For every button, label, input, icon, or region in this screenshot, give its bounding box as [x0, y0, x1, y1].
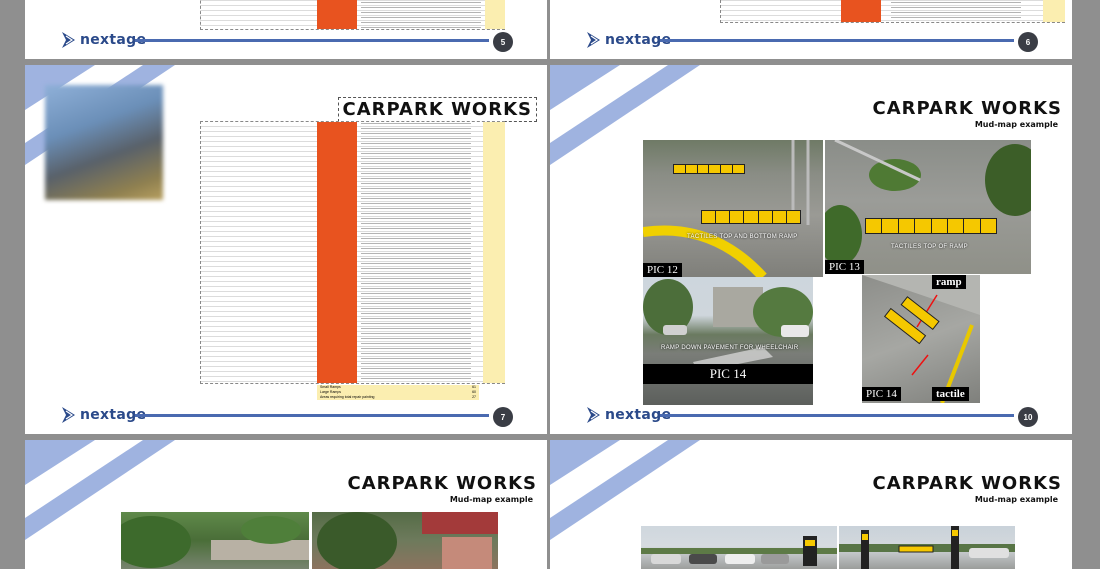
annotation-ramp: ramp — [932, 275, 966, 289]
garden-foliage — [825, 140, 1031, 265]
tactile-strip — [701, 210, 801, 224]
photo-caption: TACTILES TOP OF RAMP — [891, 244, 968, 250]
carpark-scene — [641, 536, 837, 566]
photo-caption: TACTILES TOP AND BOTTOM RAMP — [687, 234, 798, 240]
nextage-chevron-icon — [587, 32, 600, 48]
slide-5[interactable]: nextage 5 — [25, 0, 547, 59]
ramp-closeup — [862, 275, 980, 403]
slide-title: CARPARK WORKS — [337, 97, 537, 122]
photo-caption: RAMP DOWN PAVEMENT FOR WHEELCHAIR — [661, 345, 799, 351]
slide-footer: nextage 6 — [550, 19, 1072, 59]
photo-carpark-left[interactable] — [641, 526, 837, 569]
photo-carpark-right[interactable] — [839, 526, 1015, 569]
page-number: 5 — [493, 32, 513, 52]
slide-subtitle: Mud-map example — [974, 120, 1058, 129]
ramp-markings — [643, 140, 810, 277]
nextage-chevron-icon — [62, 407, 75, 423]
slide-footer: nextage 5 — [25, 19, 547, 59]
spreadsheet-thumbnail — [200, 121, 505, 384]
photo-pic-14-street[interactable]: RAMP DOWN PAVEMENT FOR WHEELCHAIR PIC 14 — [643, 277, 813, 405]
nextage-logo: nextage — [61, 404, 146, 426]
footer-rule — [660, 39, 1014, 42]
photo-pic-14-ramp[interactable]: ramp tactile PIC 14 — [862, 275, 980, 403]
nextage-chevron-icon — [587, 407, 600, 423]
slide-7[interactable]: CARPARK WORKS Small Ramps 61 Large Ramps 6… — [25, 65, 547, 434]
slide-subtitle: Mud-map example — [974, 495, 1058, 504]
street-scene — [643, 279, 813, 372]
slide-10[interactable]: CARPARK WORKS Mud-map example TACTILES T… — [550, 65, 1072, 434]
footer-rule — [135, 414, 489, 417]
nextage-logo: nextage — [61, 29, 146, 51]
photo-label: PIC 12 — [643, 263, 682, 277]
carpark-scene — [839, 526, 1015, 569]
page-number: 10 — [1018, 407, 1038, 427]
footer-rule — [660, 414, 1014, 417]
slide-11[interactable]: CARPARK WORKS Mud-map example — [25, 440, 547, 569]
slide-footer: nextage 7 — [25, 394, 547, 434]
garden-scene — [317, 512, 498, 569]
photo-label: PIC 13 — [825, 260, 864, 274]
tactile-strip — [865, 218, 997, 234]
footer-rule — [135, 39, 489, 42]
slide-title: CARPARK WORKS — [872, 473, 1062, 494]
photo-garden-left[interactable] — [121, 512, 309, 569]
photo-pic-12[interactable]: TACTILES TOP AND BOTTOM RAMP PIC 12 — [643, 140, 823, 277]
slide-12[interactable]: CARPARK WORKS Mud-map example — [550, 440, 1072, 569]
photo-label: PIC 14 — [643, 364, 813, 384]
slide-footer: nextage 10 — [550, 394, 1072, 434]
slide-title: CARPARK WORKS — [872, 98, 1062, 119]
nextage-logo: nextage — [586, 404, 671, 426]
tactile-strip — [673, 164, 745, 174]
blurred-photo — [45, 85, 163, 200]
nextage-chevron-icon — [62, 32, 75, 48]
garden-scene — [121, 516, 309, 568]
nextage-logo: nextage — [586, 29, 671, 51]
slide-title: CARPARK WORKS — [347, 473, 537, 494]
photo-garden-right[interactable] — [312, 512, 498, 569]
page-number: 7 — [493, 407, 513, 427]
photo-pic-13[interactable]: TACTILES TOP OF RAMP PIC 13 — [825, 140, 1031, 274]
slide-6[interactable]: nextage 6 — [550, 0, 1072, 59]
page-number: 6 — [1018, 32, 1038, 52]
slide-subtitle: Mud-map example — [449, 495, 533, 504]
